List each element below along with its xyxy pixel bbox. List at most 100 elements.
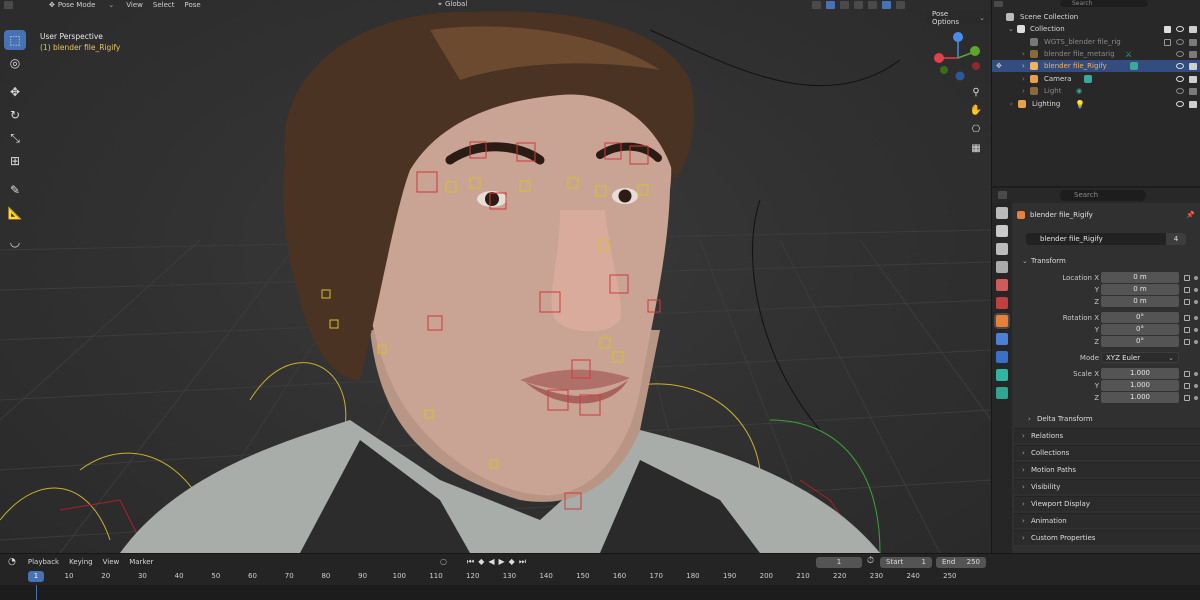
location-y-field[interactable]: 0 m xyxy=(1101,284,1179,295)
play-reverse-icon[interactable]: ◀ xyxy=(488,557,494,567)
solid-shading-icon[interactable] xyxy=(868,1,877,9)
outliner-row-light[interactable]: › Light ◉ xyxy=(992,85,1200,97)
menu-playback[interactable]: Playback xyxy=(28,558,59,566)
expand-icon[interactable]: › xyxy=(1022,50,1025,58)
move-tool[interactable]: ✥ xyxy=(4,82,26,102)
material-shading-icon[interactable] xyxy=(882,1,891,9)
object-name-field[interactable]: blender file_Rigify xyxy=(1026,233,1176,245)
armature-data-tab-icon[interactable] xyxy=(996,369,1008,381)
cursor-tool[interactable]: ◎ xyxy=(4,53,26,73)
world-tab-icon[interactable] xyxy=(996,297,1008,309)
lock-icon[interactable] xyxy=(1184,339,1190,345)
render-tab-icon[interactable] xyxy=(996,225,1008,237)
render-icon[interactable] xyxy=(1189,62,1197,70)
rotation-z-field[interactable]: 0° xyxy=(1101,336,1179,347)
eye-icon[interactable] xyxy=(1176,51,1184,57)
prev-keyframe-icon[interactable]: ◆ xyxy=(478,557,484,567)
render-icon[interactable] xyxy=(1189,25,1197,33)
delta-transform-header[interactable]: › Delta Transform xyxy=(1014,411,1200,426)
lock-icon[interactable] xyxy=(1184,275,1190,281)
transform-tool[interactable]: ⊞ xyxy=(4,151,26,171)
modifiers-tab-icon[interactable] xyxy=(996,333,1008,345)
end-frame-field[interactable]: End 250 xyxy=(936,557,986,568)
expand-icon[interactable]: › xyxy=(1022,87,1025,95)
render-icon[interactable] xyxy=(1189,87,1197,95)
rendered-shading-icon[interactable] xyxy=(896,1,905,9)
camera-view-icon[interactable]: ⎔ xyxy=(968,121,984,137)
physics-tab-icon[interactable] xyxy=(996,351,1008,363)
timeline-track[interactable] xyxy=(0,585,1200,600)
start-frame-field[interactable]: Start 1 xyxy=(880,557,932,568)
3d-viewport[interactable]: ✥ Pose Mode ⌄ View Select Pose ⌖ Global … xyxy=(0,0,991,553)
checkbox-icon[interactable] xyxy=(1164,38,1171,46)
keyframe-dot-icon[interactable] xyxy=(1194,396,1198,400)
select-box-tool[interactable]: ⬚ xyxy=(4,30,26,50)
outliner-row-camera[interactable]: › Camera xyxy=(992,73,1200,85)
pan-hand-icon[interactable]: ✋ xyxy=(968,102,984,118)
transform-orientation[interactable]: ⌖ Global xyxy=(438,0,477,9)
outliner-row-scene-collection[interactable]: Scene Collection xyxy=(992,11,1200,23)
pin-icon[interactable]: 📌 xyxy=(1186,211,1195,219)
lock-icon[interactable] xyxy=(1184,371,1190,377)
checkbox-icon[interactable] xyxy=(1164,25,1171,33)
scene-tab-icon[interactable] xyxy=(996,279,1008,291)
outliner-row-collection[interactable]: ⌄ Collection xyxy=(992,23,1200,35)
motion-paths-panel-header[interactable]: › Motion Paths xyxy=(1014,462,1200,477)
playhead-line[interactable] xyxy=(36,585,37,600)
outliner-editor-icon[interactable] xyxy=(994,1,1003,7)
gizmo-toggle-icon[interactable] xyxy=(812,1,821,9)
auto-key-icon[interactable]: ○ xyxy=(440,557,447,566)
rotation-y-field[interactable]: 0° xyxy=(1101,324,1179,335)
navigation-gizmo[interactable] xyxy=(930,30,986,86)
render-icon[interactable] xyxy=(1189,75,1197,83)
eye-icon[interactable] xyxy=(1176,63,1184,69)
measure-tool[interactable]: 📐 xyxy=(4,203,26,223)
expand-icon[interactable]: › xyxy=(1010,100,1013,108)
menu-keying[interactable]: Keying xyxy=(69,558,93,566)
zoom-icon[interactable]: ⚲ xyxy=(968,84,984,100)
object-users-count[interactable]: 4 xyxy=(1166,233,1186,245)
expand-icon[interactable]: › xyxy=(1022,75,1025,83)
eye-icon[interactable] xyxy=(1176,76,1184,82)
outliner-row-rigify[interactable]: ✥ › blender file_Rigify xyxy=(992,60,1200,72)
wireframe-shading-icon[interactable] xyxy=(854,1,863,9)
keyframe-dot-icon[interactable] xyxy=(1194,288,1198,292)
mode-selector[interactable]: ✥ Pose Mode ⌄ xyxy=(49,1,114,9)
lock-icon[interactable] xyxy=(1184,395,1190,401)
lock-icon[interactable] xyxy=(1184,315,1190,321)
transform-panel-header[interactable]: ⌄ Transform xyxy=(1014,253,1200,268)
frame-ruler[interactable]: 1 10 20 30 40 50 60 70 80 90 100 110 120 130 140 150 160… xyxy=(0,570,1200,584)
scale-y-field[interactable]: 1.000 xyxy=(1101,380,1179,391)
relax-pose-tool[interactable]: ◡ xyxy=(4,232,26,252)
render-icon[interactable] xyxy=(1189,38,1197,46)
collections-panel-header[interactable]: › Collections xyxy=(1014,445,1200,460)
keyframe-dot-icon[interactable] xyxy=(1194,316,1198,320)
scale-z-field[interactable]: 1.000 xyxy=(1101,392,1179,403)
bone-tab-icon[interactable] xyxy=(996,387,1008,399)
object-tab-icon[interactable] xyxy=(996,315,1008,327)
keyframe-dot-icon[interactable] xyxy=(1194,276,1198,280)
keyframe-dot-icon[interactable] xyxy=(1194,300,1198,304)
tool-tab-icon[interactable] xyxy=(996,207,1008,219)
play-icon[interactable]: ▶ xyxy=(499,557,505,567)
outliner-row-lighting[interactable]: › Lighting 💡 xyxy=(992,98,1200,110)
menu-pose[interactable]: Pose xyxy=(185,1,201,9)
pose-options-button[interactable]: Pose Options ⌄ xyxy=(926,10,991,26)
outliner-row-metarig[interactable]: › blender file_metarig ⚔ xyxy=(992,48,1200,60)
jump-start-icon[interactable]: ⏮ xyxy=(467,557,474,567)
scale-x-field[interactable]: 1.000 xyxy=(1101,368,1179,379)
stopwatch-icon[interactable]: ⏱ xyxy=(867,556,874,566)
render-icon[interactable] xyxy=(1189,100,1197,108)
current-frame-field[interactable]: 1 xyxy=(816,557,862,568)
keyframe-dot-icon[interactable] xyxy=(1194,384,1198,388)
render-icon[interactable] xyxy=(1189,50,1197,58)
perspective-grid-icon[interactable]: ▦ xyxy=(968,140,984,156)
visibility-panel-header[interactable]: › Visibility xyxy=(1014,479,1200,494)
menu-view[interactable]: View xyxy=(103,558,120,566)
annotate-tool[interactable]: ✎ xyxy=(4,180,26,200)
animation-panel-header[interactable]: › Animation xyxy=(1014,513,1200,528)
location-x-field[interactable]: 0 m xyxy=(1101,272,1179,283)
jump-end-icon[interactable]: ⏭ xyxy=(519,557,526,567)
rotate-tool[interactable]: ↻ xyxy=(4,105,26,125)
menu-select[interactable]: Select xyxy=(153,1,175,9)
